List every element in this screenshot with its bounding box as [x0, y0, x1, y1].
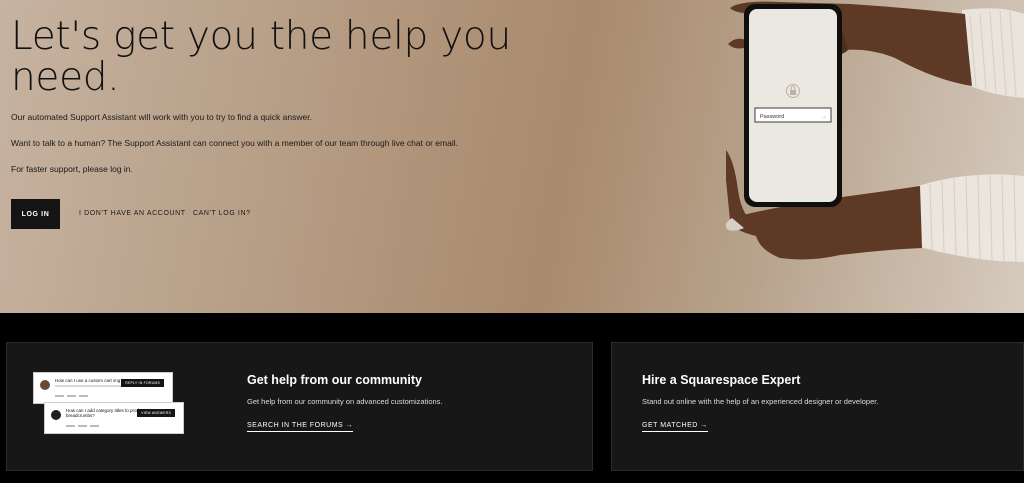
phone-password-field: Password — [760, 114, 784, 120]
hero-section: Let's get you the help you need. Our aut… — [0, 0, 1024, 313]
get-matched-link[interactable]: GET MATCHED → — [642, 422, 708, 432]
forum-meta — [55, 385, 125, 387]
forum-tags — [66, 425, 99, 427]
search-forums-link[interactable]: SEARCH IN THE FORUMS → — [247, 422, 354, 432]
community-description: Get help from our community on advanced … — [247, 397, 443, 406]
hands-phone-illustration: Password → — [700, 0, 1024, 313]
log-in-button[interactable]: LOG IN — [11, 199, 60, 229]
svg-text:→: → — [821, 114, 827, 120]
help-cards-section: How can I use a custom cart img icon? RE… — [0, 313, 1024, 483]
intro-text: Our automated Support Assistant will wor… — [11, 112, 312, 122]
community-card: How can I use a custom cart img icon? RE… — [6, 342, 593, 471]
forum-question: How can I add category titles to product… — [66, 408, 146, 418]
expert-title: Hire a Squarespace Expert — [642, 373, 801, 387]
expert-description: Stand out online with the help of an exp… — [642, 397, 879, 406]
forum-reply-button: REPLY IN FORUMS — [121, 379, 164, 387]
forum-tags — [55, 395, 88, 397]
forum-preview-card: How can I add category titles to product… — [44, 402, 184, 434]
avatar — [51, 410, 61, 420]
cant-log-in-link[interactable]: CAN'T LOG IN? — [193, 210, 251, 217]
page-title: Let's get you the help you need. — [11, 14, 511, 100]
hands-phone-graphic: Password → — [725, 1, 1024, 263]
avatar — [40, 380, 50, 390]
expert-card: Hire a Squarespace Expert Stand out onli… — [611, 342, 1024, 471]
forum-view-button: VIEW ANSWERS — [137, 409, 175, 417]
human-support-text: Want to talk to a human? The Support Ass… — [11, 138, 458, 148]
community-title: Get help from our community — [247, 373, 423, 387]
no-account-link[interactable]: I DON'T HAVE AN ACCOUNT — [79, 210, 186, 217]
forum-preview-card: How can I use a custom cart img icon? RE… — [33, 372, 173, 404]
login-hint-text: For faster support, please log in. — [11, 164, 133, 174]
